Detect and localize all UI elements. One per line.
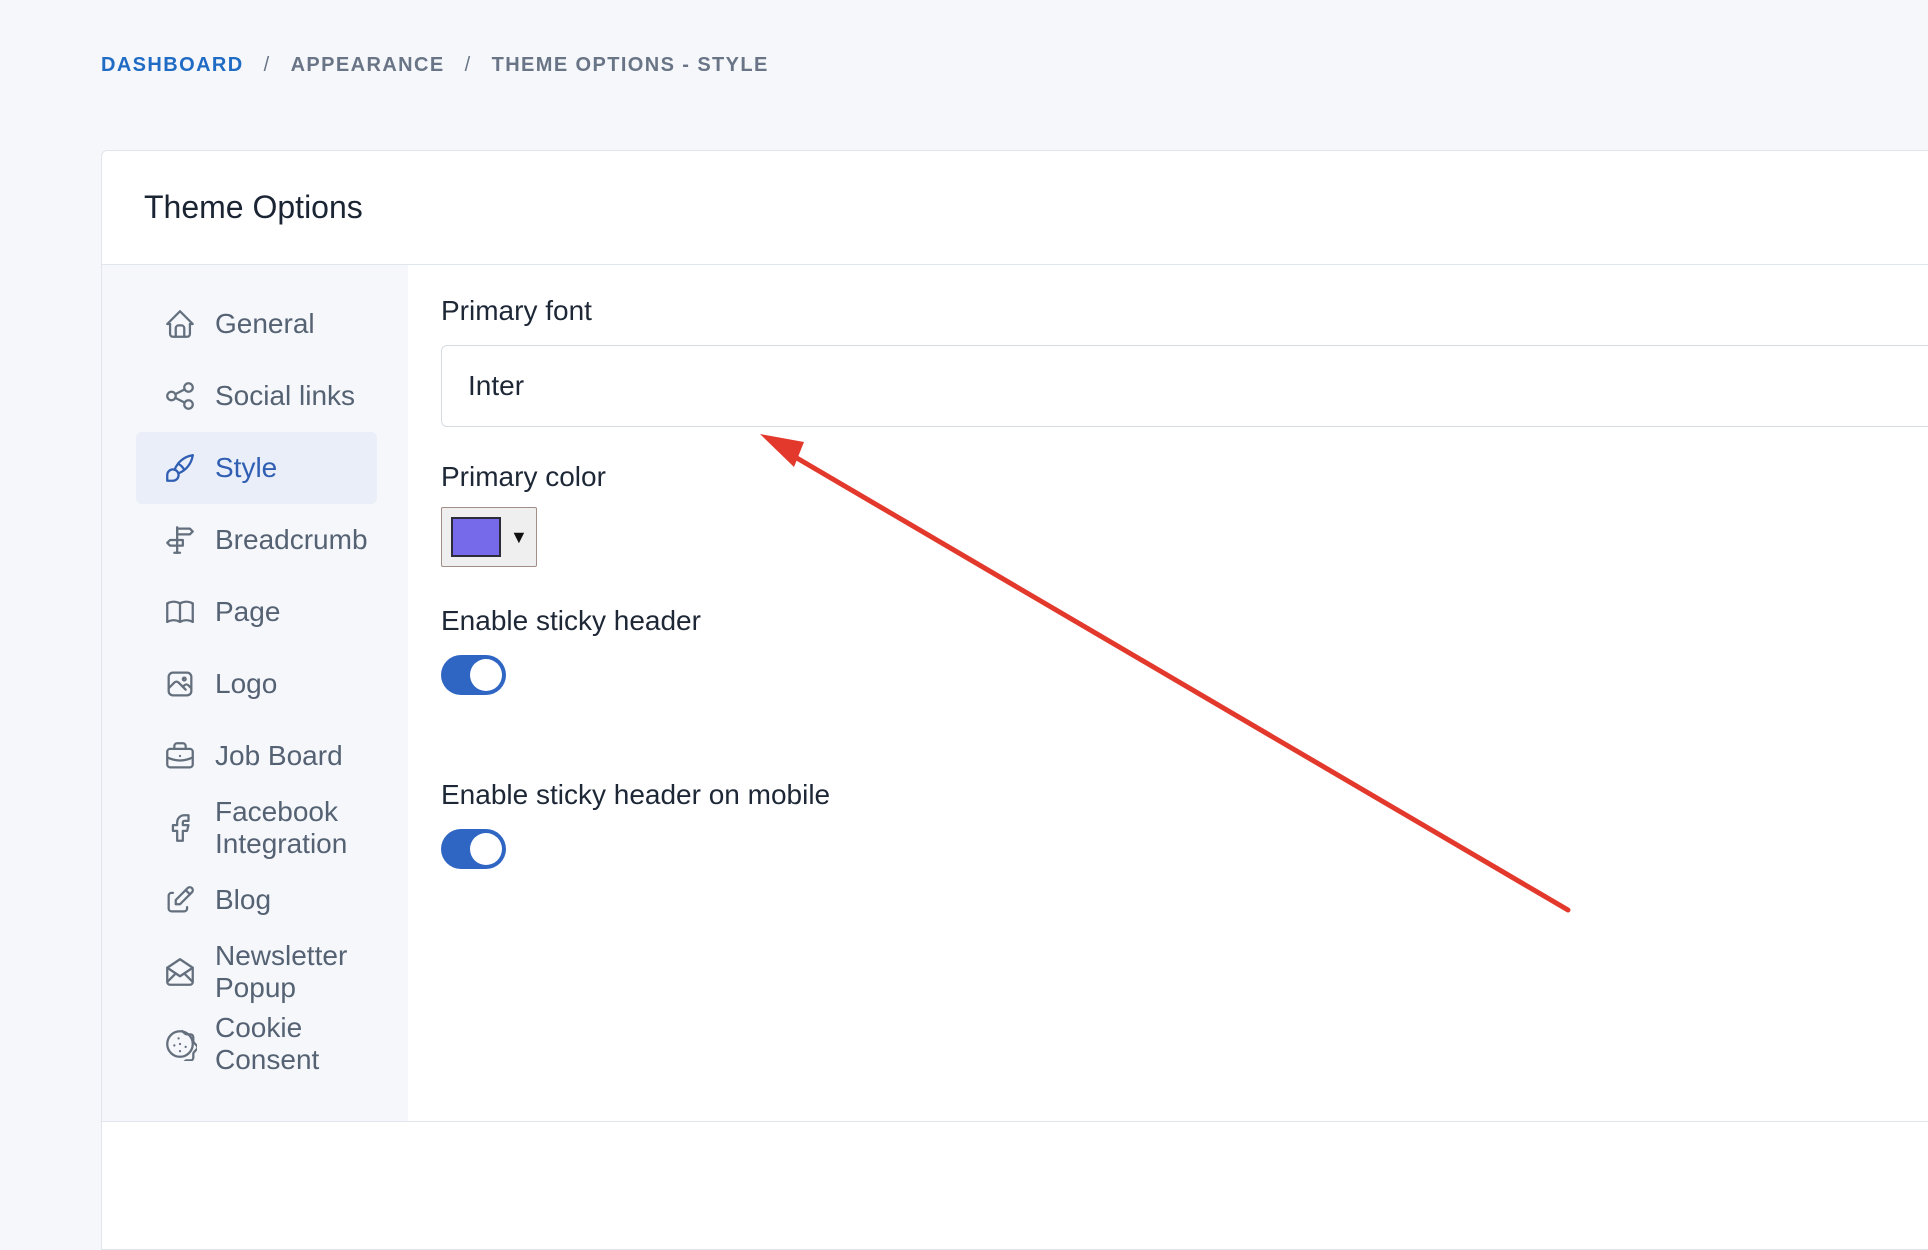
sidebar-item-label: Job Board	[215, 740, 343, 771]
sidebar-item-style[interactable]: Style	[136, 432, 377, 504]
sidebar-item-page[interactable]: Page	[136, 576, 377, 648]
sidebar-item-label: Social links	[215, 380, 356, 411]
primary-color-label: Primary color	[441, 461, 606, 492]
sidebar-item-label: Page	[215, 596, 281, 627]
edit-icon	[162, 882, 198, 918]
sidebar-item-social-links[interactable]: Social links	[136, 360, 377, 432]
toggle-knob	[470, 833, 502, 865]
breadcrumb-separator: /	[263, 54, 271, 76]
sticky-header-toggle[interactable]	[441, 655, 506, 695]
briefcase-icon	[162, 738, 198, 774]
breadcrumb-separator: /	[464, 54, 472, 76]
sidebar-item-logo[interactable]: Logo	[136, 648, 377, 720]
book-icon	[162, 594, 198, 630]
mail-opened-icon	[162, 954, 198, 990]
image-icon	[162, 666, 198, 702]
sidebar-item-general[interactable]: General	[136, 288, 377, 360]
sidebar-item-cookie-consent[interactable]: Cookie Consent	[136, 1008, 377, 1080]
cookie-icon	[162, 1026, 198, 1062]
sidebar-item-label: Logo	[215, 668, 278, 699]
toggle-knob	[470, 659, 502, 691]
primary-font-input[interactable]	[441, 345, 1928, 427]
breadcrumb-appearance[interactable]: APPEARANCE	[291, 54, 445, 77]
breadcrumb-current: THEME OPTIONS - STYLE	[491, 54, 769, 76]
sidebar-item-facebook-integration[interactable]: Facebook Integration	[136, 792, 377, 864]
sidebar-item-job-board[interactable]: Job Board	[136, 720, 377, 792]
sidebar-item-breadcrumb[interactable]: Breadcrumb	[136, 504, 377, 576]
share-icon	[162, 378, 198, 414]
facebook-icon	[162, 810, 198, 846]
style-settings-panel: Primary font Primary color ▼ Enable stic…	[408, 265, 1928, 1121]
sidebar-item-label: Facebook Integration	[215, 796, 348, 859]
sidebar-item-newsletter-popup[interactable]: Newsletter Popup	[136, 936, 377, 1008]
sidebar-item-label: Newsletter Popup	[215, 940, 348, 1003]
sticky-header-mobile-label: Enable sticky header on mobile	[441, 779, 831, 810]
sidebar-item-label: Blog	[215, 884, 272, 915]
color-swatch	[451, 517, 501, 557]
sidebar-item-label: Breadcrumb	[215, 524, 368, 555]
sticky-header-mobile-toggle[interactable]	[441, 829, 506, 869]
sidebar-item-label: Cookie Consent	[215, 1012, 320, 1075]
card-title: Theme Options	[102, 151, 1928, 265]
breadcrumb-dashboard[interactable]: DASHBOARD	[101, 54, 244, 77]
sidebar-item-label: Style	[215, 452, 278, 483]
home-icon	[162, 306, 198, 342]
sidebar-item-label: General	[215, 308, 315, 339]
signpost-icon	[162, 522, 198, 558]
sidebar-item-blog[interactable]: Blog	[136, 864, 377, 936]
caret-down-icon: ▼	[510, 526, 528, 547]
primary-color-picker[interactable]: ▼	[441, 507, 537, 567]
theme-options-sidebar: General Social links Style Breadcrumb Pa…	[102, 265, 408, 1121]
breadcrumb: DASHBOARD / APPEARANCE / THEME OPTIONS -…	[101, 54, 769, 77]
card-body: General Social links Style Breadcrumb Pa…	[102, 265, 1928, 1122]
sticky-header-label: Enable sticky header	[441, 605, 701, 636]
brush-icon	[162, 450, 198, 486]
primary-font-label: Primary font	[441, 295, 592, 326]
theme-options-card: Theme Options General Social links Style	[101, 150, 1928, 1250]
